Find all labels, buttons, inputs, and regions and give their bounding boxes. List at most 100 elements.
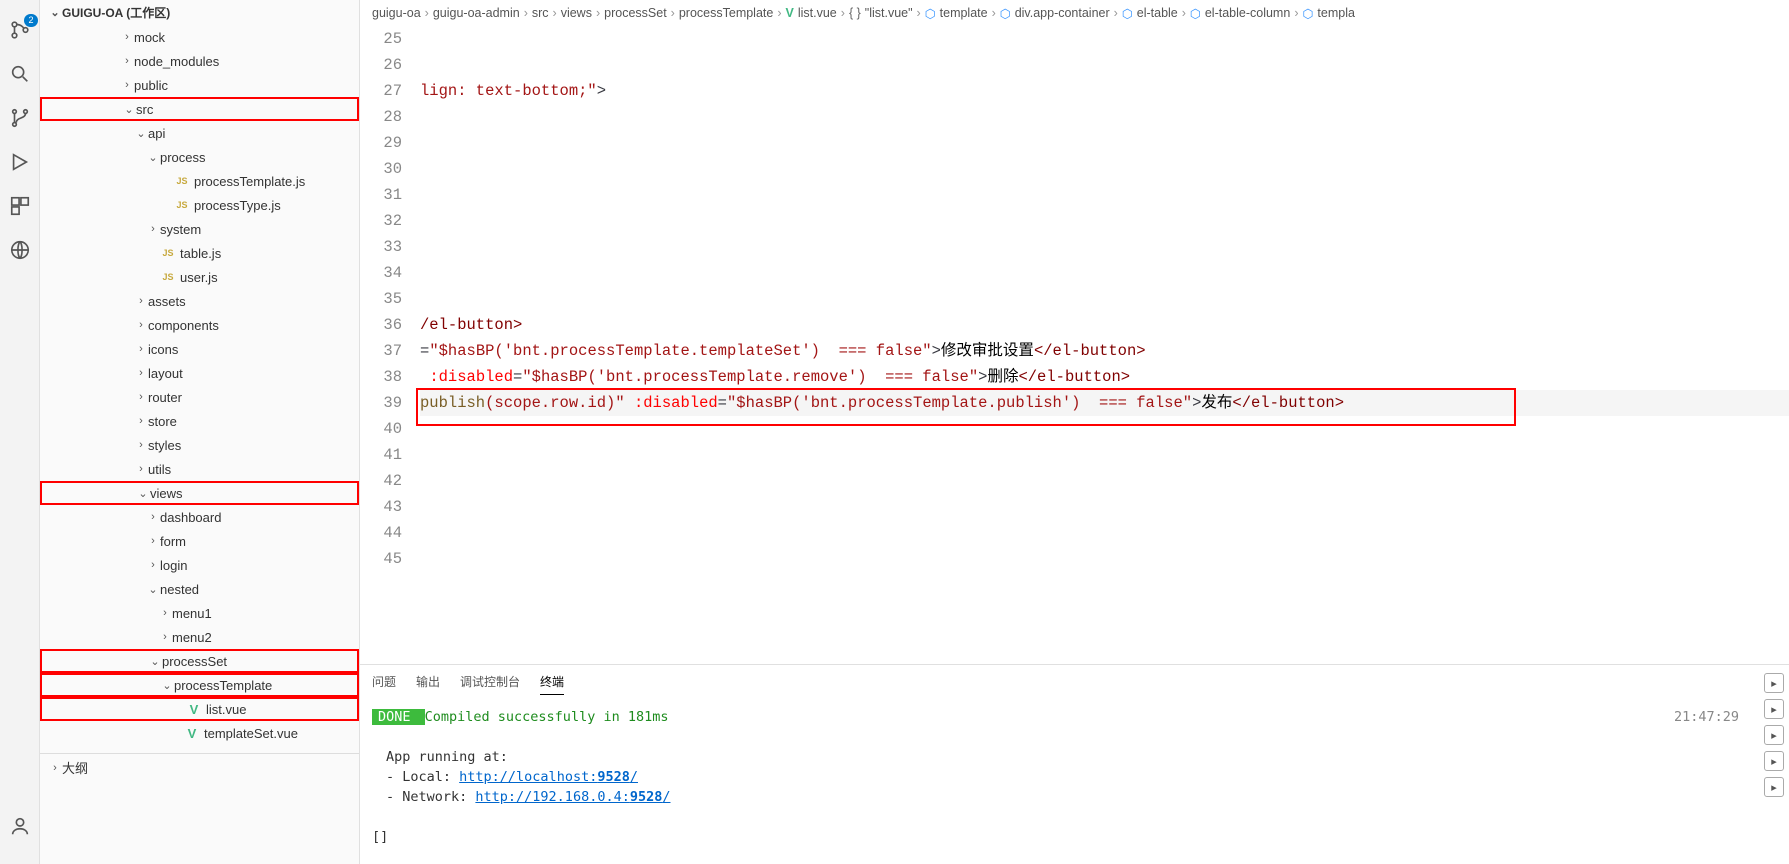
code-line[interactable] <box>420 208 1789 234</box>
line-number: 40 <box>360 416 402 442</box>
tree-item-user-js[interactable]: JSuser.js <box>40 265 359 289</box>
tree-item-process[interactable]: ⌄process <box>40 145 359 169</box>
tree-item-node_modules[interactable]: ›node_modules <box>40 49 359 73</box>
tree-item-utils[interactable]: ›utils <box>40 457 359 481</box>
search-icon[interactable] <box>6 60 34 88</box>
code-line[interactable] <box>420 260 1789 286</box>
tree-item-processType-js[interactable]: JSprocessType.js <box>40 193 359 217</box>
tree-label: nested <box>160 582 359 597</box>
tree-item-list-vue[interactable]: Vlist.vue <box>40 697 359 721</box>
local-slash[interactable]: / <box>630 769 638 785</box>
chevron-icon: ⌄ <box>146 583 160 596</box>
tree-item-form[interactable]: ›form <box>40 529 359 553</box>
breadcrumb-item[interactable]: { }"list.vue" <box>849 6 913 20</box>
terminal-ctrl-4[interactable]: ▸ <box>1764 751 1784 771</box>
tree-item-layout[interactable]: ›layout <box>40 361 359 385</box>
explorer-header[interactable]: ⌄ GUIGU-OA (工作区) <box>40 0 359 25</box>
code-line[interactable] <box>420 520 1789 546</box>
code-line[interactable]: /el-button> <box>420 312 1789 338</box>
local-port[interactable]: 9528 <box>597 769 630 785</box>
tree-item-assets[interactable]: ›assets <box>40 289 359 313</box>
tree-label: processTemplate.js <box>194 174 359 189</box>
code-line[interactable] <box>420 182 1789 208</box>
chevron-down-icon: ⌄ <box>48 6 62 19</box>
tree-item-processSet[interactable]: ⌄processSet <box>40 649 359 673</box>
tree-item-src[interactable]: ⌄src <box>40 97 359 121</box>
panel-tab-1[interactable]: 输出 <box>416 669 440 695</box>
tree-item-menu2[interactable]: ›menu2 <box>40 625 359 649</box>
breadcrumb-item[interactable]: ⬡div.app-container <box>1000 6 1110 21</box>
tree-item-system[interactable]: ›system <box>40 217 359 241</box>
terminal-ctrl-3[interactable]: ▸ <box>1764 725 1784 745</box>
account-icon[interactable] <box>6 812 34 840</box>
code-line[interactable] <box>420 442 1789 468</box>
remote-icon[interactable] <box>6 236 34 264</box>
network-url[interactable]: http://192.168.0.4: <box>475 789 629 805</box>
code-line[interactable] <box>420 104 1789 130</box>
code-line[interactable] <box>420 156 1789 182</box>
breadcrumb-item[interactable]: processSet <box>604 6 667 20</box>
line-number: 42 <box>360 468 402 494</box>
tree-item-templateSet-vue[interactable]: VtemplateSet.vue <box>40 721 359 745</box>
code-line[interactable] <box>420 26 1789 52</box>
code-line[interactable] <box>420 468 1789 494</box>
terminal-ctrl-1[interactable]: ▸ <box>1764 673 1784 693</box>
breadcrumb-item[interactable]: ⬡templa <box>1302 6 1354 21</box>
tree-item-menu1[interactable]: ›menu1 <box>40 601 359 625</box>
tree-item-mock[interactable]: ›mock <box>40 25 359 49</box>
breadcrumb-label: src <box>532 6 549 20</box>
tree-item-table-js[interactable]: JStable.js <box>40 241 359 265</box>
tree-item-dashboard[interactable]: ›dashboard <box>40 505 359 529</box>
breadcrumb-item[interactable]: processTemplate <box>679 6 774 20</box>
breadcrumb-item[interactable]: ⬡el-table-column <box>1190 6 1290 21</box>
panel-tab-2[interactable]: 调试控制台 <box>460 669 520 695</box>
tree-item-processTemplate[interactable]: ⌄processTemplate <box>40 673 359 697</box>
breadcrumb-item[interactable]: ⬡el-table <box>1122 6 1178 21</box>
code-line[interactable] <box>420 52 1789 78</box>
code-line[interactable]: ="$hasBP('bnt.processTemplate.templateSe… <box>420 338 1789 364</box>
tree-item-store[interactable]: ›store <box>40 409 359 433</box>
panel-tab-3[interactable]: 终端 <box>540 669 564 695</box>
terminal[interactable]: 21:47:29 DONE Compiled successfully in 1… <box>360 699 1759 864</box>
breadcrumb-item[interactable]: Vlist.vue <box>786 6 837 20</box>
tree-item-nested[interactable]: ⌄nested <box>40 577 359 601</box>
breadcrumb-item[interactable]: src <box>532 6 549 20</box>
breadcrumb-item[interactable]: ⬡template <box>925 6 988 21</box>
outline-section[interactable]: › 大纲 <box>40 753 359 781</box>
code-line[interactable] <box>420 130 1789 156</box>
tree-item-styles[interactable]: ›styles <box>40 433 359 457</box>
tree-item-views[interactable]: ⌄views <box>40 481 359 505</box>
code-line[interactable] <box>420 286 1789 312</box>
network-slash[interactable]: / <box>662 789 670 805</box>
run-debug-icon[interactable] <box>6 148 34 176</box>
code-line[interactable] <box>420 494 1789 520</box>
terminal-ctrl-5[interactable]: ▸ <box>1764 777 1784 797</box>
breadcrumb-item[interactable]: guigu-oa <box>372 6 421 20</box>
tree-item-router[interactable]: ›router <box>40 385 359 409</box>
source-control-icon[interactable]: 2 <box>6 16 34 44</box>
tree-item-public[interactable]: ›public <box>40 73 359 97</box>
brace-icon: { } <box>849 6 861 20</box>
git-branch-icon[interactable] <box>6 104 34 132</box>
code-area[interactable]: lign: text-bottom;"> /el-button>="$hasBP(… <box>420 26 1789 664</box>
tree-item-processTemplate-js[interactable]: JSprocessTemplate.js <box>40 169 359 193</box>
breadcrumb-item[interactable]: views <box>561 6 592 20</box>
tree-label: assets <box>148 294 359 309</box>
code-line[interactable]: :disabled="$hasBP('bnt.processTemplate.r… <box>420 364 1789 390</box>
breadcrumb-item[interactable]: guigu-oa-admin <box>433 6 520 20</box>
code-line[interactable]: lign: text-bottom;"> <box>420 78 1789 104</box>
local-url[interactable]: http://localhost: <box>459 769 597 785</box>
panel-tab-0[interactable]: 问题 <box>372 669 396 695</box>
terminal-ctrl-2[interactable]: ▸ <box>1764 699 1784 719</box>
cube-icon: ⬡ <box>1000 6 1011 21</box>
tree-item-login[interactable]: ›login <box>40 553 359 577</box>
scm-badge: 2 <box>24 14 37 27</box>
network-port[interactable]: 9528 <box>630 789 663 805</box>
code-line[interactable] <box>420 234 1789 260</box>
code-line[interactable] <box>420 546 1789 572</box>
extensions-icon[interactable] <box>6 192 34 220</box>
tree-item-icons[interactable]: ›icons <box>40 337 359 361</box>
tree-item-components[interactable]: ›components <box>40 313 359 337</box>
tree-item-api[interactable]: ⌄api <box>40 121 359 145</box>
code-editor[interactable]: 2526272829303132333435363738394041424344… <box>360 26 1789 664</box>
